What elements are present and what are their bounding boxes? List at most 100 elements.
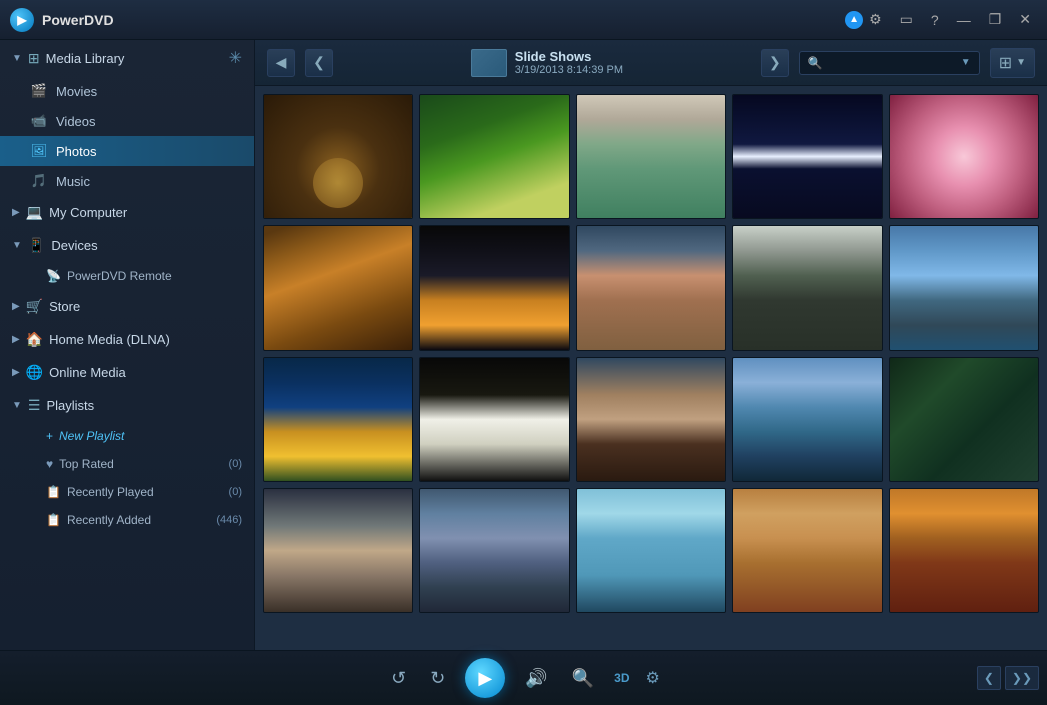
monitor-btn[interactable]: ▭ xyxy=(894,9,919,30)
devices-arrow: ▼ xyxy=(12,240,22,251)
play-icon: ▶ xyxy=(478,668,492,689)
titlebar: ▶ PowerDVD ▲ ⚙ ▭ ? — ❐ ✕ xyxy=(0,0,1047,40)
sidebar-my-computer[interactable]: ▶ 💻 My Computer xyxy=(0,196,254,229)
search-box[interactable]: 🔍 ▼ xyxy=(799,51,980,75)
playlists-arrow: ▼ xyxy=(12,400,22,411)
back-icon: ◀ xyxy=(276,54,287,71)
photo-17 xyxy=(420,489,568,612)
photo-3 xyxy=(577,95,725,218)
sidebar-store[interactable]: ▶ 🛒 Store xyxy=(0,290,254,323)
new-playlist-left: + New Playlist xyxy=(46,429,124,443)
photo-item[interactable] xyxy=(889,94,1039,219)
back-button[interactable]: ◀ xyxy=(267,49,295,77)
sidebar-item-music[interactable]: 🎵 Music xyxy=(0,166,254,196)
minimize-btn[interactable]: — xyxy=(951,10,977,30)
help-btn[interactable]: ? xyxy=(925,10,945,30)
sidebar-recently-played[interactable]: 📋 Recently Played (0) xyxy=(0,478,254,506)
slideshow-text: Slide Shows 3/19/2013 8:14:39 PM xyxy=(515,49,623,76)
photo-item[interactable] xyxy=(263,225,413,350)
photo-7 xyxy=(420,226,568,349)
photo-item[interactable] xyxy=(419,357,569,482)
sidebar-item-photos[interactable]: 🖼 Photos xyxy=(0,136,254,166)
photo-6 xyxy=(264,226,412,349)
photo-item[interactable] xyxy=(576,225,726,350)
new-playlist-label: New Playlist xyxy=(59,429,124,443)
sidebar-recently-added[interactable]: 📋 Recently Added (446) xyxy=(0,506,254,534)
photo-item[interactable] xyxy=(576,357,726,482)
sidebar: ▼ ⊞ Media Library ✳ 🎬 Movies 📹 Videos 🖼 … xyxy=(0,40,255,650)
photo-item[interactable] xyxy=(732,225,882,350)
photo-item[interactable] xyxy=(263,357,413,482)
media-library-icon: ⊞ xyxy=(28,50,40,67)
photo-item[interactable] xyxy=(889,357,1039,482)
photo-4 xyxy=(733,95,881,218)
photo-item[interactable] xyxy=(576,488,726,613)
photo-item[interactable] xyxy=(263,488,413,613)
slideshow-title: Slide Shows xyxy=(515,49,623,64)
photo-grid xyxy=(255,86,1047,650)
sidebar-new-playlist[interactable]: + New Playlist xyxy=(0,422,254,450)
photo-item[interactable] xyxy=(419,225,569,350)
update-icon[interactable]: ▲ xyxy=(845,11,863,29)
3d-button[interactable]: 3D xyxy=(614,671,629,685)
photo-item[interactable] xyxy=(263,94,413,219)
sidebar-item-powerdvd-remote[interactable]: 📡 PowerDVD Remote xyxy=(0,262,254,290)
store-arrow: ▶ xyxy=(12,301,20,312)
videos-label: Videos xyxy=(56,114,96,129)
sidebar-item-movies[interactable]: 🎬 Movies xyxy=(0,76,254,106)
photo-item[interactable] xyxy=(732,488,882,613)
sidebar-media-library[interactable]: ▼ ⊞ Media Library ✳ xyxy=(0,40,254,76)
zoom-button[interactable]: 🔍 xyxy=(568,664,598,693)
my-computer-arrow: ▶ xyxy=(12,207,20,218)
slideshow-info: Slide Shows 3/19/2013 8:14:39 PM xyxy=(343,49,751,77)
online-media-label: Online Media xyxy=(49,365,126,380)
powerdvd-remote-left: 📡 PowerDVD Remote xyxy=(46,269,172,283)
movies-icon: 🎬 xyxy=(30,83,48,99)
photo-item[interactable] xyxy=(732,94,882,219)
my-computer-icon: 💻 xyxy=(26,204,43,221)
top-rated-left: ♥ Top Rated xyxy=(46,457,114,471)
settings-button[interactable]: ⚙ xyxy=(646,668,660,688)
photo-item[interactable] xyxy=(419,94,569,219)
top-rated-label: Top Rated xyxy=(59,457,114,471)
photo-item[interactable] xyxy=(576,94,726,219)
next-button[interactable]: ❯ xyxy=(761,49,789,77)
play-button[interactable]: ▶ xyxy=(465,658,505,698)
expand-left-button[interactable]: ❮ xyxy=(977,666,1001,690)
prev-button[interactable]: ❮ xyxy=(305,49,333,77)
powerdvd-remote-label: PowerDVD Remote xyxy=(67,269,172,283)
content-area: ◀ ❮ Slide Shows 3/19/2013 8:14:39 PM ❯ 🔍… xyxy=(255,40,1047,650)
sidebar-devices[interactable]: ▼ 📱 Devices xyxy=(0,229,254,262)
search-input[interactable] xyxy=(827,56,957,70)
photo-item[interactable] xyxy=(889,488,1039,613)
restore-btn[interactable]: ❐ xyxy=(983,9,1008,30)
refresh-icon[interactable]: ✳ xyxy=(229,48,242,68)
recently-played-label: Recently Played xyxy=(67,485,154,499)
expand-right-button[interactable]: ❯❯ xyxy=(1005,666,1039,690)
search-icon: 🔍 xyxy=(808,56,823,70)
close-btn[interactable]: ✕ xyxy=(1013,9,1037,30)
view-toggle-button[interactable]: ⊞ ▼ xyxy=(990,48,1035,78)
settings-btn[interactable]: ⚙ xyxy=(863,9,888,30)
photo-20 xyxy=(890,489,1038,612)
sidebar-item-videos[interactable]: 📹 Videos xyxy=(0,106,254,136)
sidebar-playlists[interactable]: ▼ ☰ Playlists xyxy=(0,389,254,422)
heart-icon: ♥ xyxy=(46,457,53,471)
recently-played-count: (0) xyxy=(229,486,242,498)
sidebar-home-media[interactable]: ▶ 🏠 Home Media (DLNA) xyxy=(0,323,254,356)
photos-icon: 🖼 xyxy=(30,143,48,159)
search-dropdown-icon[interactable]: ▼ xyxy=(961,57,971,68)
photo-18 xyxy=(577,489,725,612)
app-logo: ▶ xyxy=(10,8,34,32)
photo-item[interactable] xyxy=(889,225,1039,350)
main-layout: ▼ ⊞ Media Library ✳ 🎬 Movies 📹 Videos 🖼 … xyxy=(0,40,1047,650)
view-dropdown-arrow: ▼ xyxy=(1016,57,1026,68)
sidebar-top-rated[interactable]: ♥ Top Rated (0) xyxy=(0,450,254,478)
photo-item[interactable] xyxy=(419,488,569,613)
photo-item[interactable] xyxy=(732,357,882,482)
rewind-button[interactable]: ↺ xyxy=(387,664,410,693)
title-controls: ⚙ ▭ ? — ❐ ✕ xyxy=(863,9,1037,30)
sidebar-online-media[interactable]: ▶ 🌐 Online Media xyxy=(0,356,254,389)
volume-button[interactable]: 🔊 xyxy=(521,664,551,693)
fast-forward-button[interactable]: ↻ xyxy=(426,664,449,693)
